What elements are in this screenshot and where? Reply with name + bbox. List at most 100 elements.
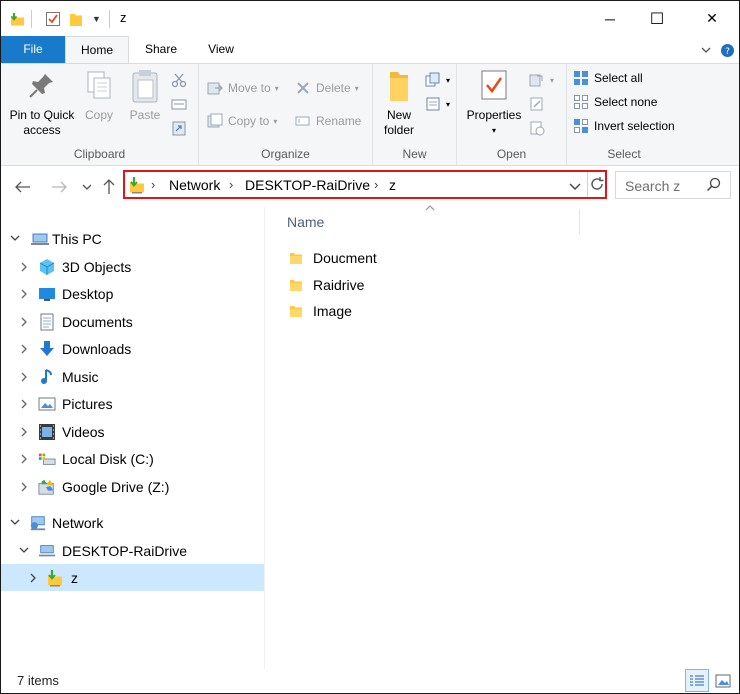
maximize-button[interactable]: ☐ xyxy=(634,1,680,36)
open-button[interactable]: ▾ xyxy=(529,70,554,90)
crumb-network[interactable]: Network xyxy=(169,177,220,193)
copy-path-button[interactable] xyxy=(171,94,192,114)
collapsed-chevron-icon[interactable] xyxy=(19,344,29,354)
delete-button[interactable]: Delete ▾ xyxy=(295,78,359,98)
tree-item-3d-objects[interactable]: 3D Objects xyxy=(1,253,264,280)
column-resize-handle[interactable] xyxy=(579,209,580,235)
tree-item-label: Downloads xyxy=(62,341,132,357)
tree-item-label: Videos xyxy=(62,423,105,440)
tree-item-videos[interactable]: Videos xyxy=(1,418,264,445)
collapsed-chevron-icon[interactable] xyxy=(28,573,38,583)
expanded-chevron-icon[interactable] xyxy=(10,518,20,528)
minimize-button[interactable]: ─ xyxy=(587,1,633,36)
collapsed-chevron-icon[interactable] xyxy=(19,372,29,382)
refresh-icon[interactable] xyxy=(589,176,605,195)
new-folder-button[interactable]: New folder xyxy=(377,68,421,138)
collapsed-chevron-icon[interactable] xyxy=(19,399,29,409)
pin-label-line1: Pin to Quick xyxy=(9,108,75,122)
close-button[interactable]: ✕ xyxy=(689,1,735,36)
properties-button[interactable]: Properties ▾ xyxy=(463,68,525,138)
crumb-separator-icon[interactable]: › xyxy=(374,177,378,192)
crumb-separator-icon[interactable]: › xyxy=(151,177,155,192)
up-arrow-icon xyxy=(103,179,115,194)
easy-access-button[interactable]: ▾ xyxy=(425,94,450,114)
tree-item-music[interactable]: Music xyxy=(1,363,264,390)
move-to-button[interactable]: Move to ▾ xyxy=(207,78,279,98)
tree-item-this-pc[interactable]: This PC xyxy=(1,225,264,252)
search-icon[interactable] xyxy=(706,177,721,195)
window-title: z xyxy=(120,10,127,25)
details-view-button[interactable] xyxy=(685,669,709,692)
crumb-desktop-raidrive[interactable]: DESKTOP-RaiDrive xyxy=(245,177,370,193)
tree-item-label: 3D Objects xyxy=(62,258,132,275)
properties-quick-icon[interactable] xyxy=(45,9,61,29)
tab-view[interactable]: View xyxy=(193,36,249,63)
tab-file[interactable]: File xyxy=(1,36,65,63)
new-folder-quick-icon[interactable] xyxy=(69,9,83,29)
pin-to-quick-access-button[interactable]: Pin to Quick access xyxy=(5,68,79,138)
back-button[interactable] xyxy=(13,177,33,197)
collapsed-chevron-icon[interactable] xyxy=(19,289,29,299)
new-folder-icon xyxy=(382,68,416,104)
open-group-label: Open xyxy=(496,147,527,161)
folder-icon xyxy=(290,279,302,291)
copy-to-label: Copy to xyxy=(228,114,270,128)
collapsed-chevron-icon[interactable] xyxy=(19,317,29,327)
history-button[interactable] xyxy=(529,118,550,138)
paste-button[interactable]: Paste xyxy=(123,68,167,123)
search-box[interactable]: Search z xyxy=(615,171,731,199)
file-item[interactable]: Doucment xyxy=(289,246,377,270)
file-item[interactable]: Raidrive xyxy=(289,273,364,297)
cut-button[interactable] xyxy=(171,70,192,90)
tree-item-pictures[interactable]: Pictures xyxy=(1,391,264,418)
crumb-z[interactable]: z xyxy=(389,177,396,193)
clipboard-group: Pin to Quick access Copy Paste Clipboard xyxy=(1,64,199,165)
address-bar[interactable]: › Network › DESKTOP-RaiDrive › z xyxy=(123,170,607,199)
search-placeholder: Search z xyxy=(625,178,681,194)
window-icon[interactable] xyxy=(9,9,27,29)
tree-item-local-disk[interactable]: Local Disk (C:) xyxy=(1,446,264,473)
recent-locations-button[interactable] xyxy=(77,177,97,197)
collapsed-chevron-icon[interactable] xyxy=(19,427,29,437)
paste-label: Paste xyxy=(129,108,161,122)
tree-item-desktop[interactable]: Desktop xyxy=(1,281,264,308)
collapsed-chevron-icon[interactable] xyxy=(19,262,29,272)
tab-home[interactable]: Home xyxy=(65,36,129,64)
large-icons-view-button[interactable] xyxy=(711,669,735,692)
up-button[interactable] xyxy=(99,177,119,197)
tree-item-z[interactable]: z xyxy=(1,564,264,591)
column-header-name[interactable]: Name xyxy=(287,214,324,230)
edit-icon xyxy=(530,97,543,111)
help-icon[interactable]: ? xyxy=(719,42,735,58)
paste-shortcut-button[interactable] xyxy=(171,118,192,138)
address-dropdown-icon[interactable] xyxy=(569,180,581,194)
expanded-chevron-icon[interactable] xyxy=(10,234,20,244)
customize-quick-access-icon[interactable]: ▼ xyxy=(92,9,101,29)
move-to-icon xyxy=(207,82,223,95)
expanded-chevron-icon[interactable] xyxy=(19,546,29,556)
new-item-button[interactable]: ▾ xyxy=(425,70,450,90)
select-group: Select all Select none Invert selection … xyxy=(567,64,681,165)
file-list: Name Doucment Raidrive Image xyxy=(265,205,739,669)
network-icon xyxy=(29,514,47,532)
invert-selection-button[interactable]: Invert selection xyxy=(573,116,675,136)
crumb-separator-icon[interactable]: › xyxy=(229,177,233,192)
tree-item-downloads[interactable]: Downloads xyxy=(1,336,264,363)
tab-share[interactable]: Share xyxy=(131,36,191,63)
select-all-button[interactable]: Select all xyxy=(573,68,643,88)
tree-item-network[interactable]: Network xyxy=(1,509,264,536)
tree-item-desktop-raidrive[interactable]: DESKTOP-RaiDrive xyxy=(1,537,264,564)
edit-button[interactable] xyxy=(529,94,550,114)
rename-button[interactable]: Rename xyxy=(295,111,361,131)
collapsed-chevron-icon[interactable] xyxy=(19,454,29,464)
copy-to-button[interactable]: Copy to ▾ xyxy=(207,111,277,131)
file-item[interactable]: Image xyxy=(289,299,352,323)
tree-item-documents[interactable]: Documents xyxy=(1,308,264,335)
collapsed-chevron-icon[interactable] xyxy=(19,482,29,492)
rename-icon xyxy=(295,116,310,126)
select-none-button[interactable]: Select none xyxy=(573,92,657,112)
forward-button[interactable] xyxy=(49,177,69,197)
copy-button[interactable]: Copy xyxy=(79,68,119,123)
tree-item-google-drive[interactable]: Google Drive (Z:) xyxy=(1,473,264,500)
chevron-down-icon[interactable] xyxy=(698,42,714,58)
